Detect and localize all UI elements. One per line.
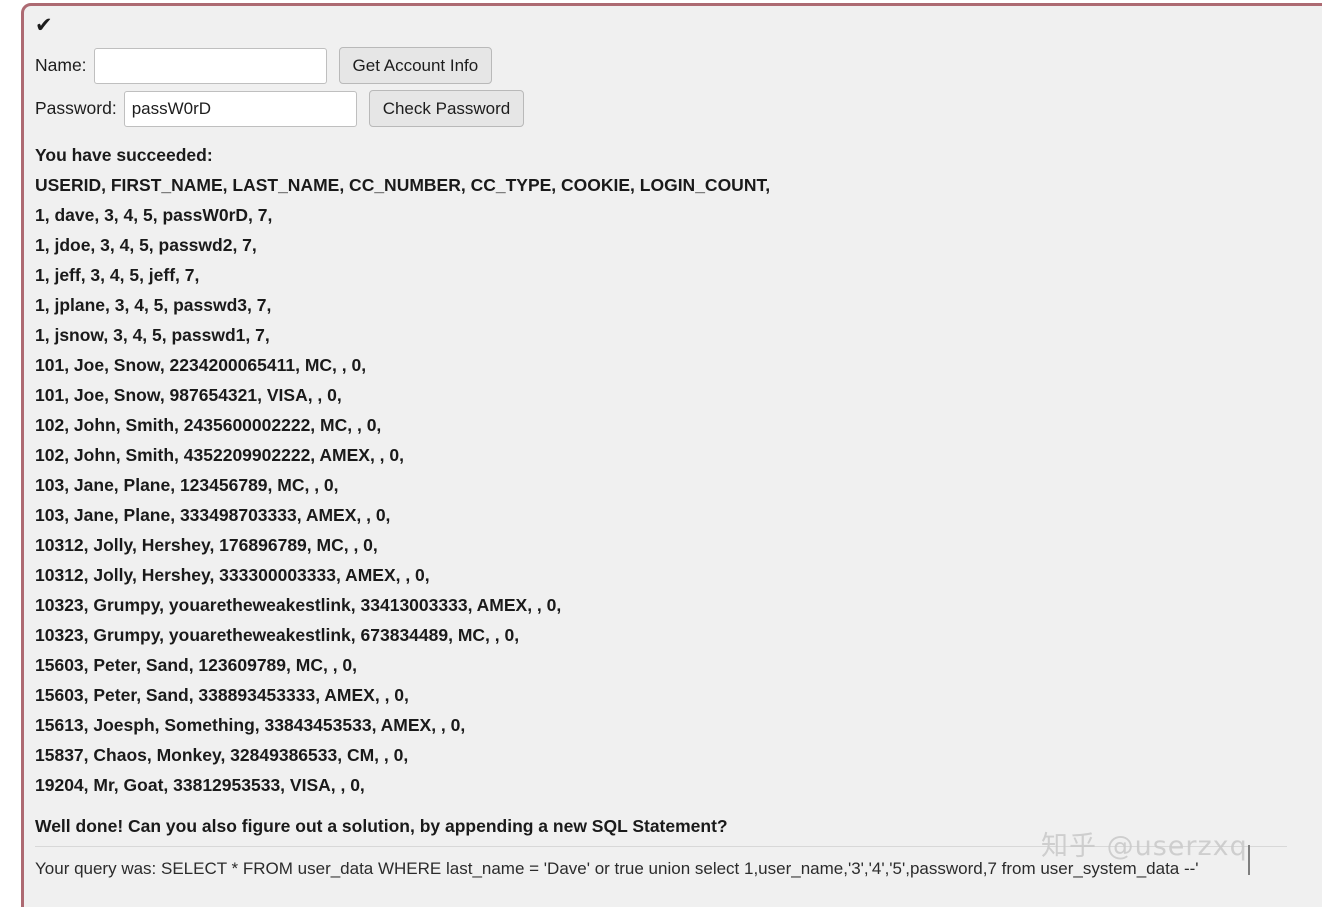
result-row: 1, jsnow, 3, 4, 5, passwd1, 7, [35,325,270,345]
password-input[interactable] [123,90,357,127]
text-caret [1248,845,1250,875]
result-row: 15603, Peter, Sand, 123609789, MC, , 0, [35,655,358,675]
well-done-message: Well done! Can you also figure out a sol… [35,816,728,836]
results-column-header: USERID, FIRST_NAME, LAST_NAME, CC_NUMBER… [35,175,771,195]
result-row: 19204, Mr, Goat, 33812953533, VISA, , 0, [35,775,365,795]
lesson-panel-inner: ✔ Name: Get Account Info Password: Check… [24,6,1322,907]
result-row: 103, Jane, Plane, 123456789, MC, , 0, [35,475,339,495]
result-row: 1, jplane, 3, 4, 5, passwd3, 7, [35,295,272,315]
result-row: 15613, Joesph, Something, 33843453533, A… [35,715,466,735]
password-label: Password: [35,98,117,118]
screenshot-root: ✔ Name: Get Account Info Password: Check… [0,0,1322,907]
result-row: 15603, Peter, Sand, 338893453333, AMEX, … [35,685,409,705]
get-account-info-button[interactable]: Get Account Info [338,47,493,84]
result-row: 10323, Grumpy, youaretheweakestlink, 334… [35,595,562,615]
name-row: Name: Get Account Info [31,47,1322,84]
check-password-button[interactable]: Check Password [368,90,525,127]
name-label: Name: [35,55,87,75]
result-row: 103, Jane, Plane, 333498703333, AMEX, , … [35,505,391,525]
result-row: 10312, Jolly, Hershey, 176896789, MC, , … [35,535,378,555]
status-row: ✔ [31,15,1322,41]
success-message: You have succeeded: [35,145,213,165]
result-row: 10323, Grumpy, youaretheweakestlink, 673… [35,625,520,645]
result-row: 1, jeff, 3, 4, 5, jeff, 7, [35,265,200,285]
query-text: Your query was: SELECT * FROM user_data … [35,859,1199,878]
results-rows: 1, dave, 3, 4, 5, passW0rD, 7, 1, jdoe, 3… [35,200,1322,800]
result-row: 1, jdoe, 3, 4, 5, passwd2, 7, [35,235,257,255]
result-row: 15837, Chaos, Monkey, 32849386533, CM, ,… [35,745,409,765]
query-box: Your query was: SELECT * FROM user_data … [35,846,1287,884]
result-row: 1, dave, 3, 4, 5, passW0rD, 7, [35,205,273,225]
result-row: 102, John, Smith, 4352209902222, AMEX, ,… [35,445,404,465]
result-row: 101, Joe, Snow, 987654321, VISA, , 0, [35,385,342,405]
password-row: Password: Check Password [31,90,1322,127]
result-row: 10312, Jolly, Hershey, 333300003333, AME… [35,565,430,585]
name-input[interactable] [93,47,327,84]
result-row: 102, John, Smith, 2435600002222, MC, , 0… [35,415,382,435]
lesson-panel: ✔ Name: Get Account Info Password: Check… [21,3,1322,907]
check-icon: ✔ [35,13,53,37]
results-block: You have succeeded: USERID, FIRST_NAME, … [31,140,1322,800]
result-row: 101, Joe, Snow, 2234200065411, MC, , 0, [35,355,367,375]
footer-block: Well done! Can you also figure out a sol… [31,813,1322,884]
